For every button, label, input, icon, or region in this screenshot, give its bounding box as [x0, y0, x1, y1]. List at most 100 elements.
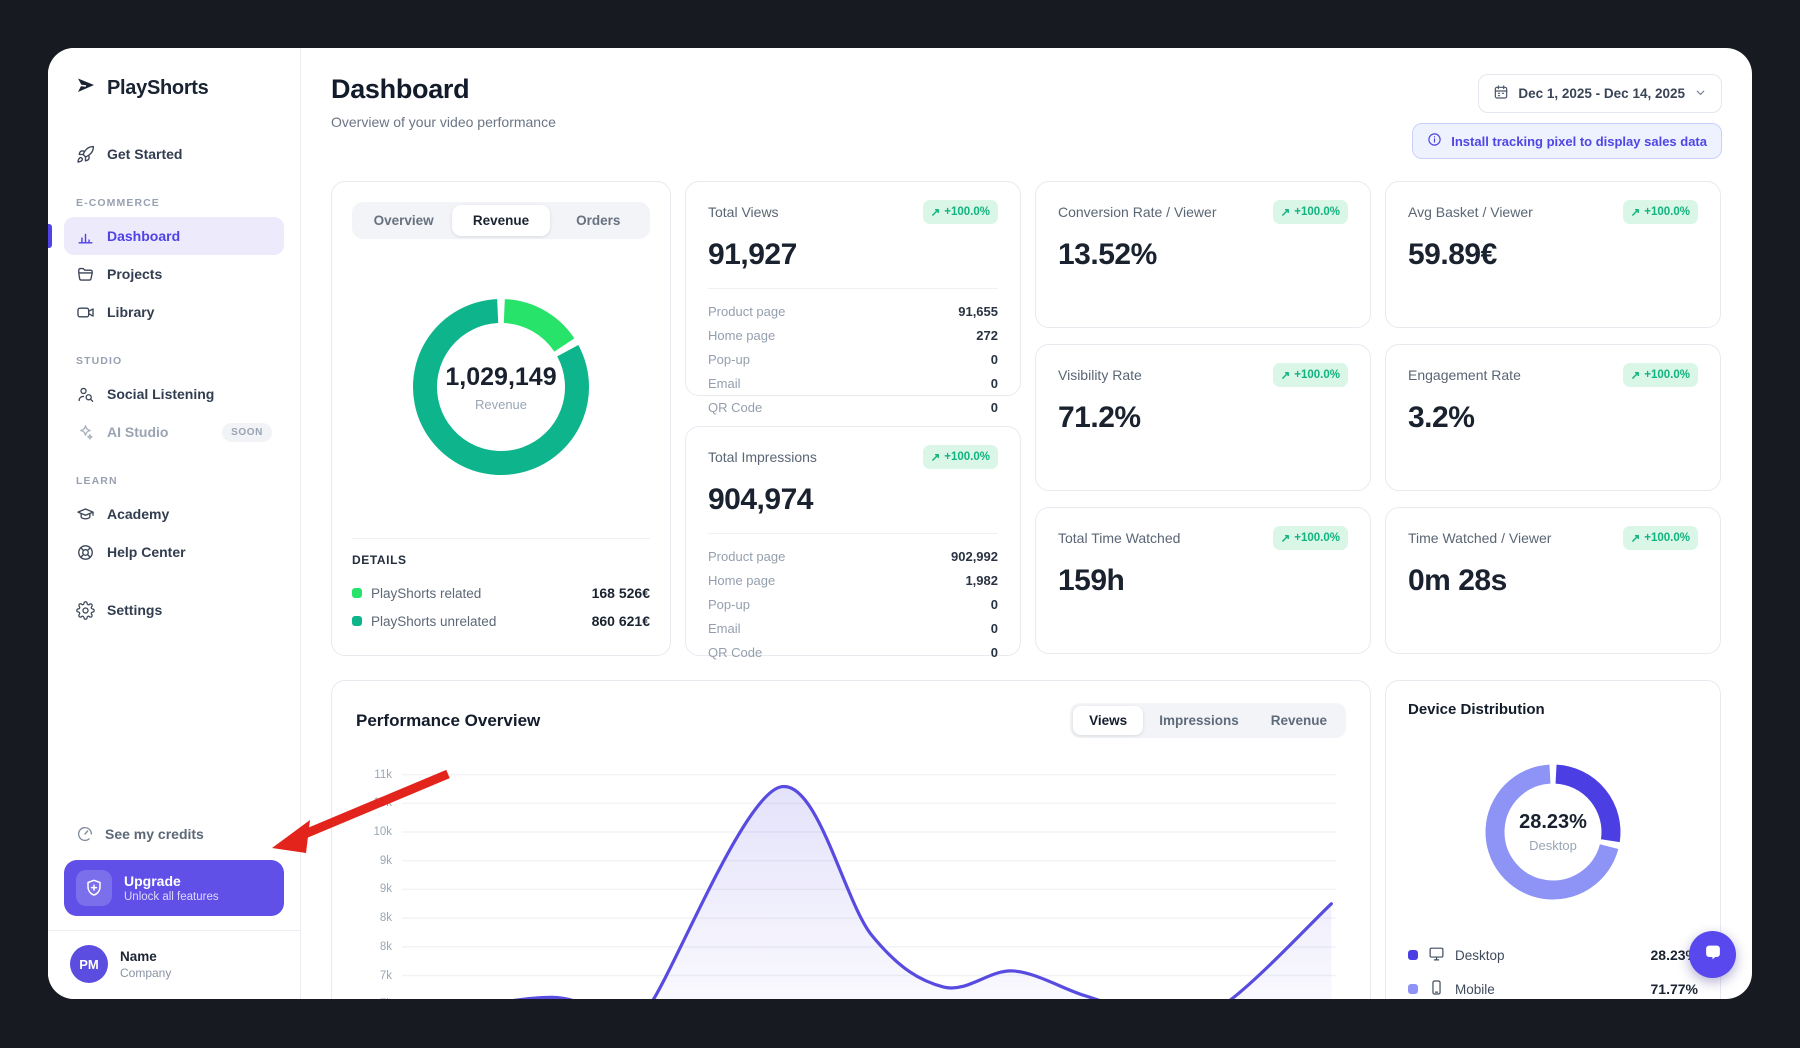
sidebar-item-projects[interactable]: Projects [64, 255, 284, 293]
divider [708, 288, 998, 289]
tab-impressions[interactable]: Impressions [1143, 706, 1255, 735]
y-axis-tick: 7k [379, 969, 392, 982]
sidebar-item-library[interactable]: Library [64, 293, 284, 331]
card-title: Visibility Rate [1058, 367, 1142, 383]
conversion-rate-card: Conversion Rate / Viewer ↗ +100.0% 13.52% [1035, 181, 1371, 328]
revenue-donut-chart: 1,029,149 Revenue [401, 287, 601, 487]
page-subtitle: Overview of your video performance [331, 114, 556, 130]
y-axis-tick: 8k [379, 940, 392, 953]
app-window: PlayShorts Get Started E-COMMERCE Dashbo… [48, 48, 1752, 999]
trend-arrow-icon: ↗ [1630, 207, 1641, 219]
sidebar-item-dashboard[interactable]: Dashboard [48, 217, 284, 255]
y-axis-labels: 11k 10k 10k 9k 9k 8k 8k 7k 7k [358, 766, 392, 999]
breakdown-row: Product page 902,992 [708, 548, 998, 564]
trend-badge: ↗ +100.0% [1272, 526, 1348, 550]
trend-badge: ↗ +100.0% [1622, 200, 1698, 224]
tab-revenue[interactable]: Revenue [1255, 706, 1343, 735]
card-value: 3.2% [1408, 401, 1475, 434]
gauge-icon [76, 825, 94, 843]
legend-swatch-mobile [1408, 984, 1418, 994]
user-name: Name [120, 948, 157, 964]
logo-text: PlayShorts [107, 77, 209, 99]
legend-item-related: PlayShorts related 168 526€ [352, 579, 650, 607]
trend-badge: ↗ +100.0% [922, 445, 998, 469]
playshorts-logo-icon [74, 74, 98, 103]
lifebuoy-icon [76, 543, 95, 562]
sidebar-item-label: Get Started [107, 146, 183, 162]
sidebar-item-ai-studio[interactable]: AI Studio SOON [64, 413, 284, 451]
trend-arrow-icon: ↗ [1630, 533, 1641, 545]
card-title: Avg Basket / Viewer [1408, 204, 1533, 220]
card-title: Total Views [708, 204, 779, 220]
y-axis-tick: 7k [380, 998, 392, 999]
shield-plus-icon [76, 870, 112, 906]
sidebar-item-get-started[interactable]: Get Started [64, 135, 284, 173]
divider [352, 538, 650, 539]
upgrade-button[interactable]: Upgrade Unlock all features [64, 860, 284, 916]
folder-icon [76, 265, 95, 284]
sidebar-item-label: Help Center [107, 544, 186, 560]
breakdown-row: Pop-up 0 [708, 596, 998, 612]
trend-arrow-icon: ↗ [1280, 370, 1291, 382]
sidebar-item-academy[interactable]: Academy [64, 495, 284, 533]
legend-label: Mobile [1455, 981, 1495, 997]
legend-value: 71.77% [1650, 981, 1698, 997]
credits-label: See my credits [105, 826, 204, 842]
trend-badge: ↗ +100.0% [922, 200, 998, 224]
breakdown-row: Email 0 [708, 620, 998, 636]
sidebar-item-social-listening[interactable]: Social Listening [64, 375, 284, 413]
total-time-watched-card: Total Time Watched ↗ +100.0% 159h [1035, 507, 1371, 654]
upgrade-title: Upgrade [124, 873, 181, 889]
date-range-picker[interactable]: Dec 1, 2025 - Dec 14, 2025 [1478, 74, 1722, 113]
section-label-learn: LEARN [76, 475, 118, 487]
legend-label: Desktop [1455, 947, 1505, 963]
breakdown-row: Product page 91,655 [708, 303, 998, 319]
notice-text: Install tracking pixel to display sales … [1451, 133, 1707, 149]
card-title: Total Time Watched [1058, 530, 1181, 546]
card-title: Total Impressions [708, 449, 817, 465]
sidebar-item-help-center[interactable]: Help Center [64, 533, 284, 571]
tab-revenue[interactable]: Revenue [452, 205, 550, 236]
breakdown-row: Pop-up 0 [708, 351, 998, 367]
legend-label: PlayShorts related [371, 585, 482, 601]
tracking-pixel-notice[interactable]: Install tracking pixel to display sales … [1412, 123, 1722, 159]
sidebar-item-label: Library [107, 304, 155, 320]
see-my-credits[interactable]: See my credits [64, 816, 284, 852]
breakdown-row: QR Code 0 [708, 399, 998, 415]
legend-swatch-teal [352, 616, 362, 626]
tab-views[interactable]: Views [1073, 706, 1144, 735]
legend-swatch-green [352, 588, 362, 598]
legend-value: 860 621€ [591, 613, 650, 629]
sidebar-item-label: AI Studio [107, 424, 169, 440]
visibility-rate-card: Visibility Rate ↗ +100.0% 71.2% [1035, 344, 1371, 491]
trend-badge: ↗ +100.0% [1272, 200, 1348, 224]
performance-line-chart: 11k 10k 10k 9k 9k 8k 8k 7k 7k [358, 766, 1342, 999]
y-axis-tick: 10k [373, 826, 392, 839]
chevron-down-icon [1694, 86, 1707, 102]
section-label-ecommerce: E-COMMERCE [76, 197, 160, 209]
trend-badge: ↗ +100.0% [1622, 363, 1698, 387]
revenue-total: 1,029,149 [445, 362, 557, 391]
legend-swatch-desktop [1408, 950, 1418, 960]
device-legend-mobile: Mobile 71.77% [1408, 972, 1698, 999]
bar-chart-icon [76, 227, 95, 246]
user-profile[interactable]: PM Name Company [64, 931, 284, 985]
sidebar-item-label: Dashboard [107, 228, 181, 244]
y-axis-tick: 9k [379, 883, 392, 896]
trend-arrow-icon: ↗ [1280, 533, 1291, 545]
card-value: 71.2% [1058, 401, 1141, 434]
divider [708, 533, 998, 534]
video-camera-icon [76, 303, 95, 322]
sidebar-item-settings[interactable]: Settings [64, 591, 284, 629]
chat-launcher-button[interactable] [1689, 931, 1736, 978]
date-range-value: Dec 1, 2025 - Dec 14, 2025 [1518, 86, 1685, 101]
graduation-cap-icon [76, 505, 95, 524]
breakdown-row: Email 0 [708, 375, 998, 391]
tab-overview[interactable]: Overview [355, 205, 452, 236]
tab-orders[interactable]: Orders [550, 205, 647, 236]
engagement-rate-card: Engagement Rate ↗ +100.0% 3.2% [1385, 344, 1721, 491]
line-chart-svg [402, 773, 1336, 999]
device-center-label: Desktop [1529, 838, 1577, 853]
trend-arrow-icon: ↗ [930, 452, 941, 464]
details-label: DETAILS [352, 553, 407, 567]
